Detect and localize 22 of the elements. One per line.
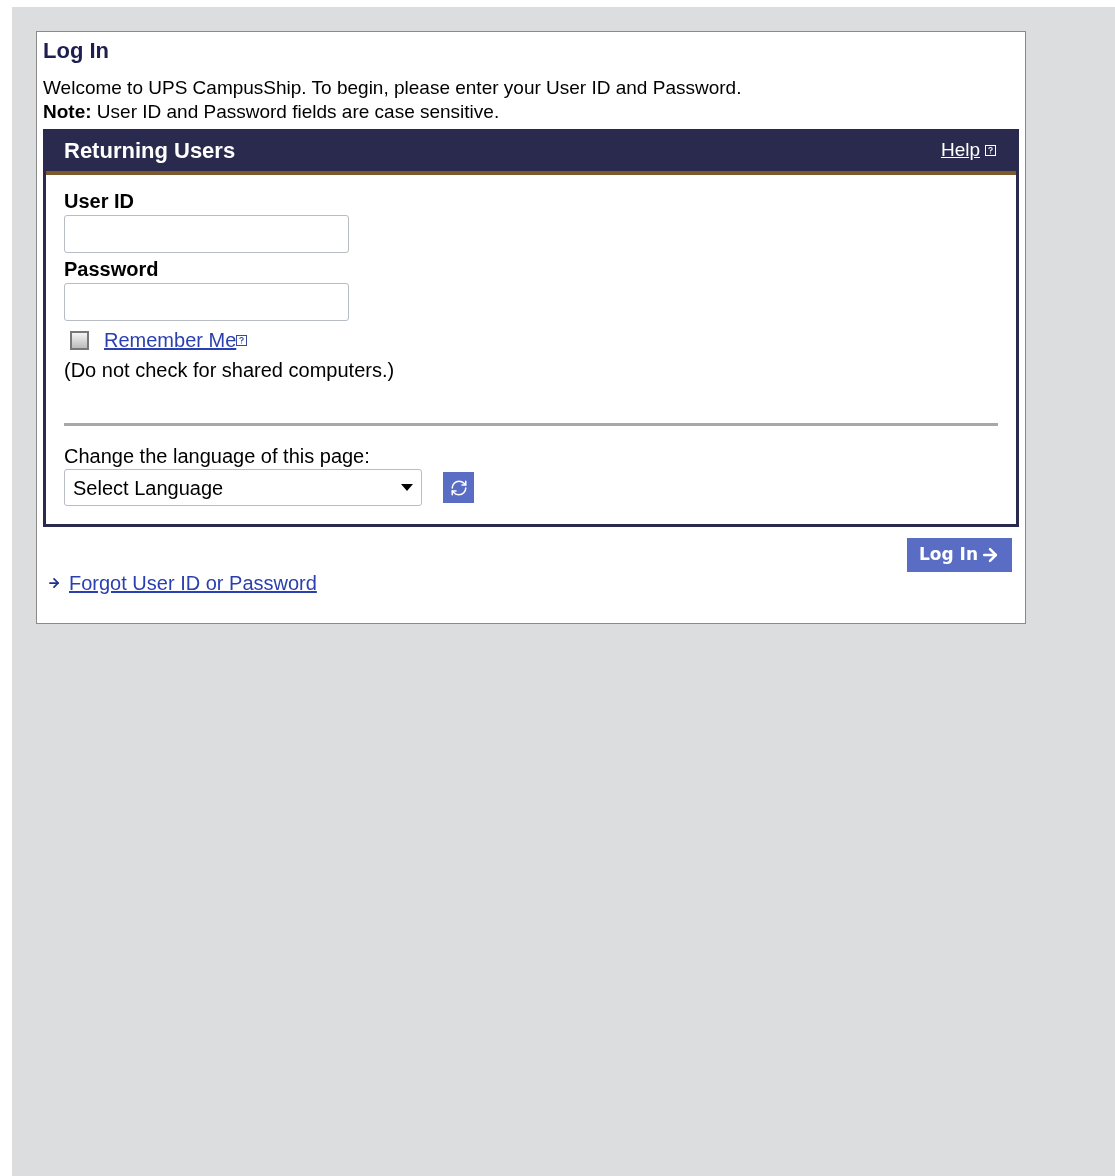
help-icon [985,144,996,156]
panel-title: Returning Users [64,136,236,165]
field-label: User ID [64,189,136,213]
remember-checkbox[interactable] [70,330,89,350]
field-label: Password [64,257,160,281]
dropdown-caret-icon [401,484,413,491]
help-link[interactable]: Help [940,135,980,165]
intro-text: Welcome to UPS CampusShip. To begin, please enter your User ID and Password. [43,76,743,100]
remember-hint: (Do not check for shared computers.) [64,358,396,383]
input-field[interactable] [64,215,349,253]
remember-me-link[interactable]: Remember Me [104,325,237,355]
help-icon [236,334,248,346]
login-button[interactable]: Log In [906,538,1012,572]
language-label: Change the language of this page: [64,444,371,468]
language-select[interactable]: Select Language [64,469,422,506]
refresh-language-button[interactable] [443,472,474,503]
input-field[interactable] [64,283,349,321]
page-title: Log In [43,37,110,65]
note-text: Note: User ID and Password fields are case sensitive. [43,101,501,123]
forgot-password-link[interactable]: Forgot User ID or Password [69,568,317,598]
refresh-icon [449,478,468,497]
arrow-icon [980,545,1000,565]
